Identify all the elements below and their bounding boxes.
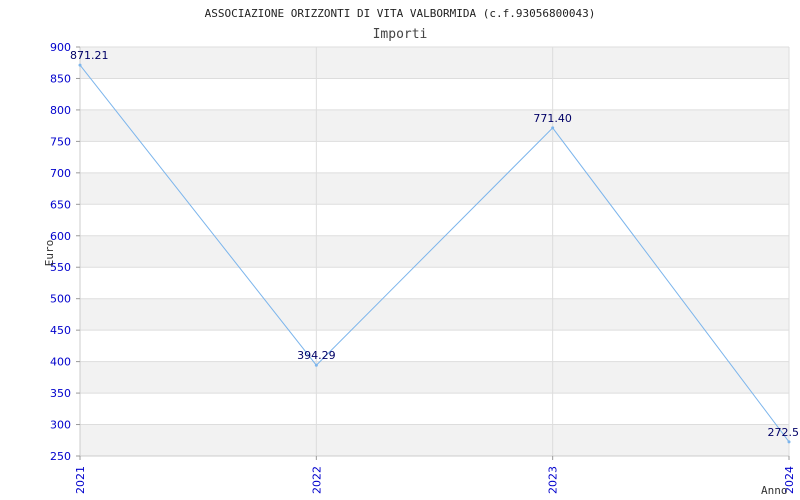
- data-point: [787, 440, 791, 444]
- data-label: 871.21: [70, 49, 109, 62]
- y-tick-label: 350: [50, 387, 71, 400]
- plot-band: [80, 204, 789, 236]
- data-point: [78, 63, 82, 67]
- plot-band: [80, 78, 789, 110]
- y-tick-label: 400: [50, 356, 71, 369]
- plot-background-bands: [80, 47, 789, 456]
- y-tick-label: 850: [50, 72, 71, 85]
- plot-band: [80, 330, 789, 362]
- data-point: [314, 363, 318, 367]
- data-label: 272.5: [768, 426, 800, 439]
- y-tick-label: 650: [50, 198, 71, 211]
- plot-band: [80, 235, 789, 268]
- y-tick-label: 800: [50, 104, 71, 117]
- data-point: [551, 126, 555, 130]
- y-tick-label: 500: [50, 293, 71, 306]
- x-tick-label: 2021: [74, 466, 87, 494]
- plot-band: [80, 298, 789, 331]
- data-label: 771.40: [533, 112, 572, 125]
- y-tick-label: 300: [50, 419, 71, 432]
- plot-band: [80, 424, 789, 456]
- x-tick-label: 2022: [310, 466, 323, 494]
- line-chart: ASSOCIAZIONE ORIZZONTI DI VITA VALBORMID…: [43, 7, 800, 497]
- plot-band: [80, 267, 789, 299]
- y-tick-label: 450: [50, 324, 71, 337]
- y-axis-title: Euro: [43, 240, 56, 267]
- y-tick-label: 900: [50, 41, 71, 54]
- plot-band: [80, 109, 789, 142]
- y-tick-label: 700: [50, 167, 71, 180]
- plot-band: [80, 393, 789, 425]
- y-tick-label: 250: [50, 450, 71, 463]
- plot-band: [80, 361, 789, 394]
- plot-band: [80, 141, 789, 173]
- chart-title: ASSOCIAZIONE ORIZZONTI DI VITA VALBORMID…: [205, 7, 596, 20]
- chart-subtitle: Importi: [373, 27, 428, 42]
- x-tick-label: 2023: [547, 466, 560, 494]
- plot-band: [80, 47, 789, 79]
- x-axis-ticks: 2021 2022 2023 2024: [74, 456, 796, 494]
- y-tick-label: 750: [50, 135, 71, 148]
- data-label: 394.29: [297, 349, 336, 362]
- x-axis-title: Anno: [761, 484, 788, 497]
